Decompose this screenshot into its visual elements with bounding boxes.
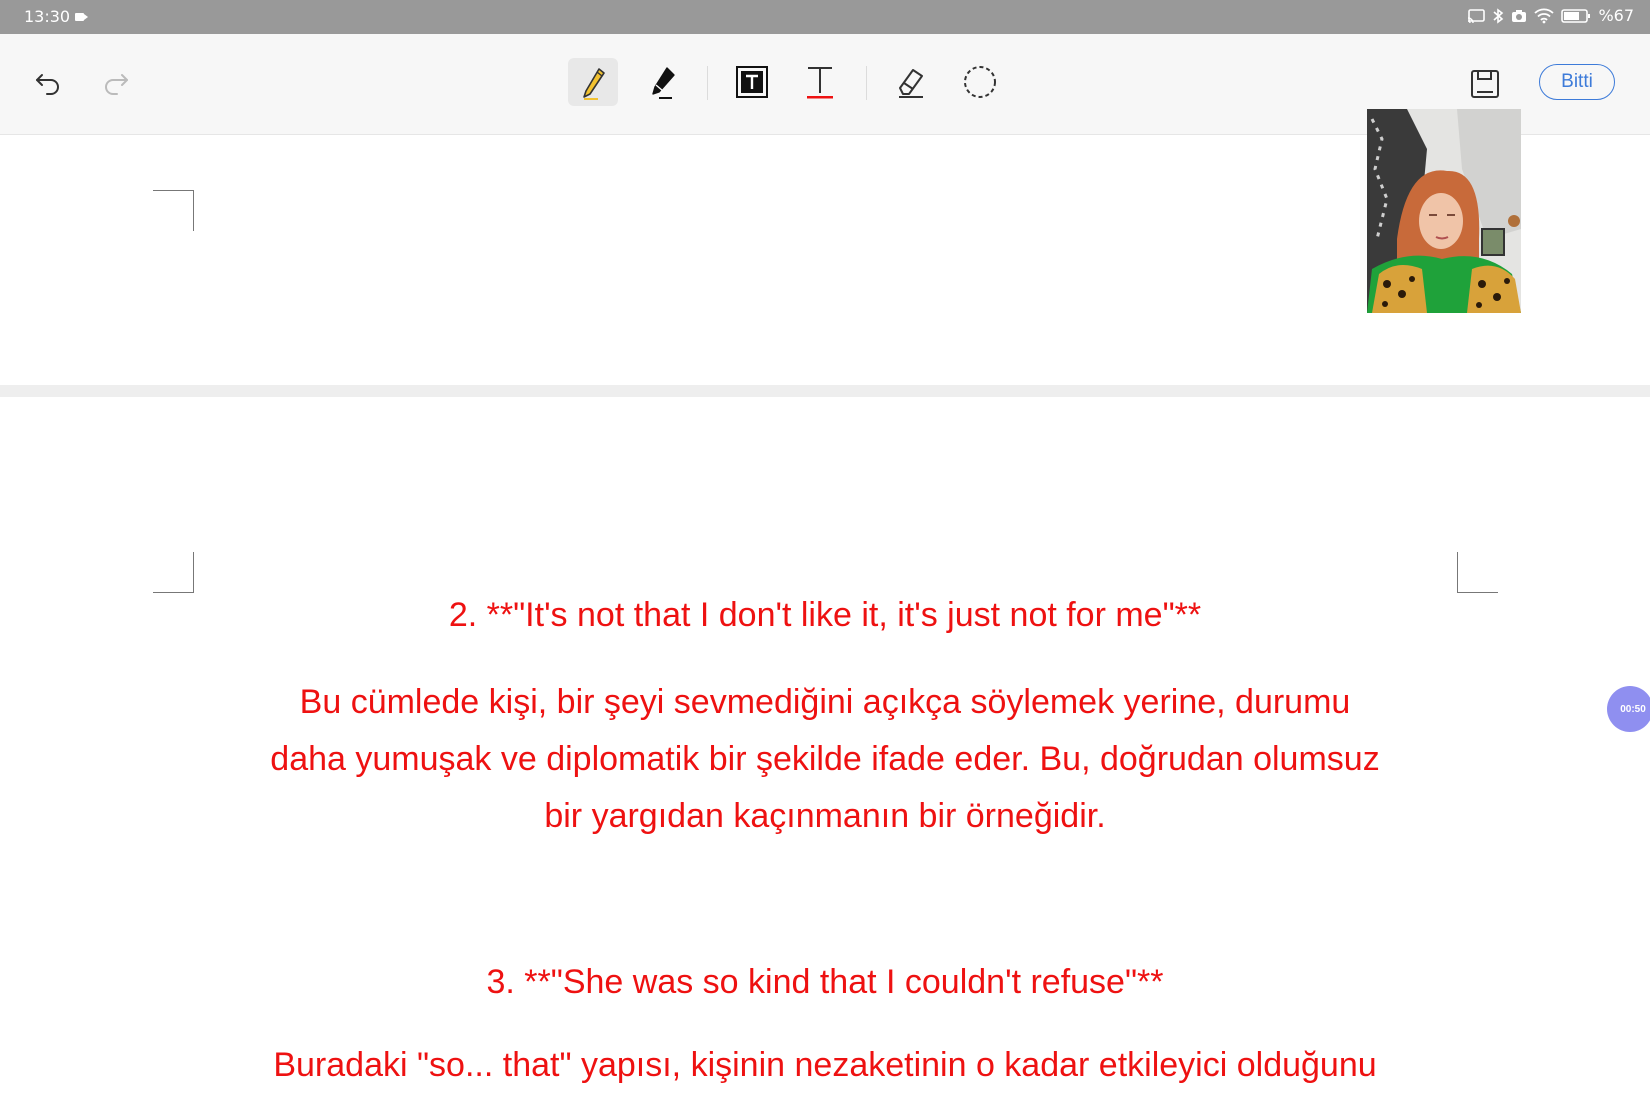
lasso-tool-button[interactable] <box>955 58 1005 106</box>
screen-record-icon <box>75 13 88 21</box>
page-crop-mark <box>1457 552 1498 593</box>
paragraph-line: daha yumuşak ve diplomatik bir şekilde i… <box>270 740 1380 778</box>
paragraph-line: Bu cümlede kişi, bir şeyi sevmediğini aç… <box>299 683 1351 721</box>
toolbar-divider <box>866 66 867 100</box>
paragraph-line: bir yargıdan kaçınmanın bir örneğidir. <box>544 797 1106 835</box>
redo-icon <box>105 74 128 95</box>
redo-button[interactable] <box>96 62 136 102</box>
pencil-icon <box>583 68 605 100</box>
bluetooth-icon <box>1493 7 1504 24</box>
page-separator <box>0 385 1650 397</box>
text-box-tool-button[interactable] <box>727 58 777 106</box>
status-time: 13:30 <box>24 7 71 26</box>
toolbar-divider <box>707 66 708 100</box>
item-2-paragraph: Bu cümlede kişi, bir şeyi sevmediğini aç… <box>0 674 1650 845</box>
undo-button[interactable] <box>28 62 68 102</box>
webcam-video <box>1367 109 1521 313</box>
save-icon <box>1471 70 1499 98</box>
eraser-icon <box>899 69 923 98</box>
done-button[interactable]: Bitti <box>1539 64 1615 100</box>
highlighter-tool-button[interactable] <box>638 58 688 106</box>
eraser-tool-button[interactable] <box>886 58 936 106</box>
lasso-icon <box>964 66 996 98</box>
text-cursor-icon <box>807 67 833 99</box>
text-tool-button[interactable] <box>795 58 845 106</box>
item-3-paragraph-line: Buradaki "so... that" yapısı, kişinin ne… <box>273 1046 1377 1084</box>
battery-icon <box>1561 8 1591 23</box>
page-crop-mark <box>153 552 194 593</box>
save-button[interactable] <box>1463 62 1507 106</box>
page-crop-mark <box>153 190 194 231</box>
pencil-tool-button[interactable] <box>568 58 618 106</box>
battery-percent: %67 <box>1598 6 1634 25</box>
status-icons: %67 <box>1467 6 1634 25</box>
status-bar: 13:30 %67 <box>0 0 1650 34</box>
camera-icon <box>1512 9 1527 22</box>
webcam-overlay[interactable] <box>1367 109 1521 313</box>
item-3-heading: 3. **"She was so kind that I couldn't re… <box>486 963 1164 1001</box>
undo-icon <box>36 74 59 95</box>
item-2-heading: 2. **"It's not that I don't like it, it'… <box>448 596 1202 634</box>
highlighter-icon <box>652 67 675 99</box>
cast-icon <box>1468 8 1486 23</box>
wifi-icon <box>1534 8 1555 23</box>
text-box-icon <box>736 66 768 98</box>
